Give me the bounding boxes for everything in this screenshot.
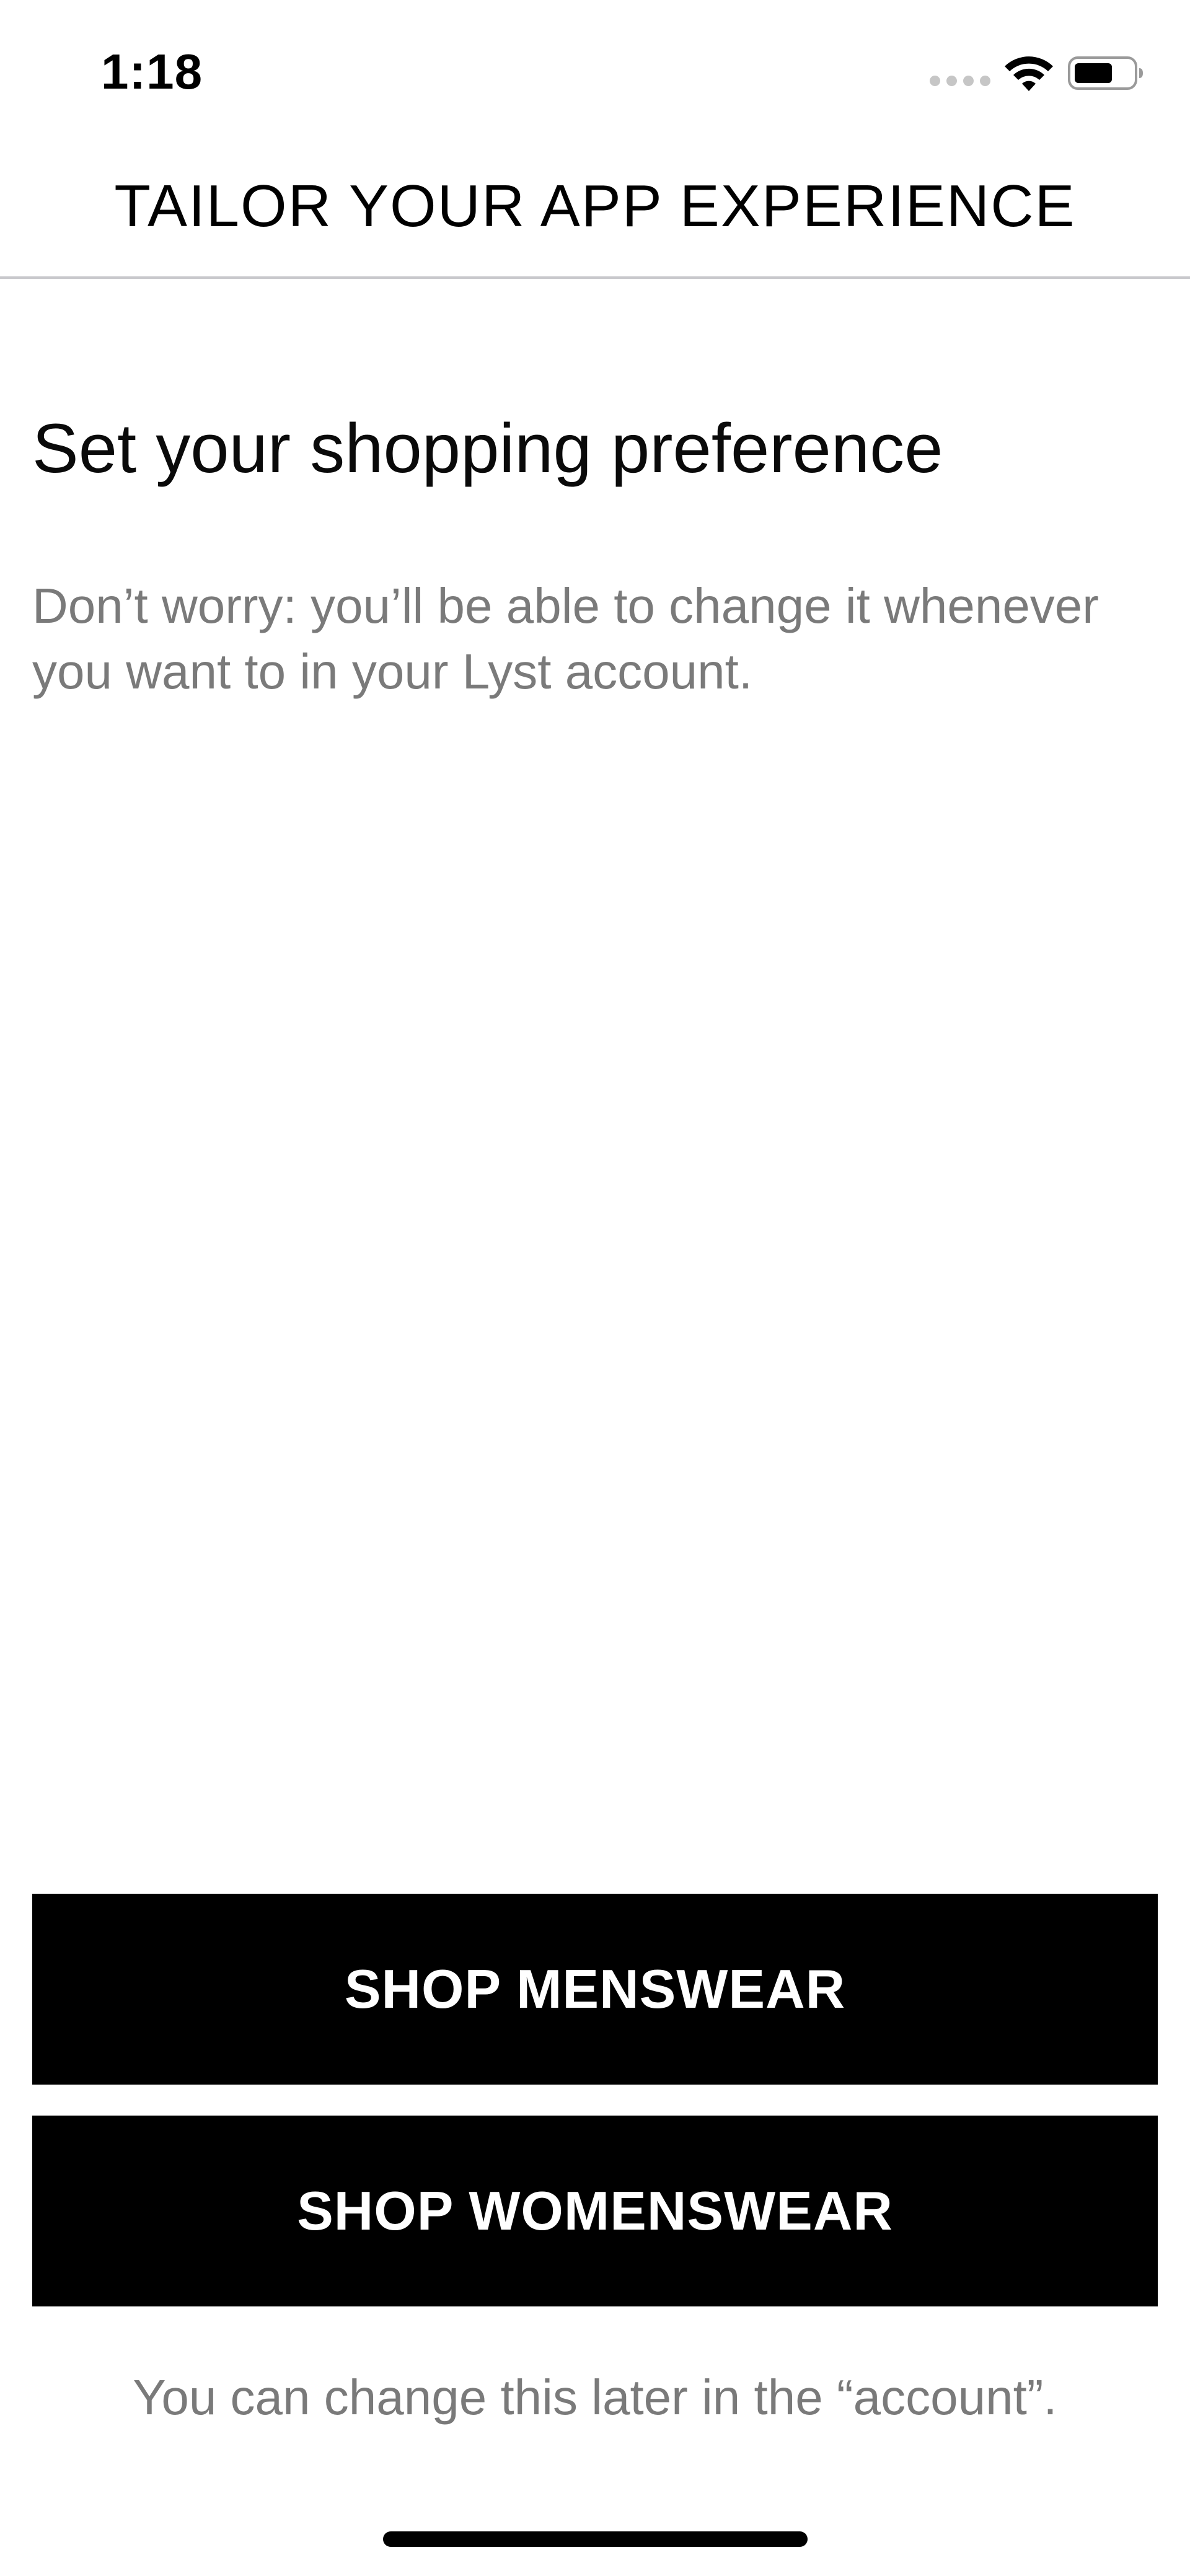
wifi-icon [1005,56,1053,91]
status-bar: 1:18 [0,0,1190,143]
preference-heading: Set your shopping preference [32,410,943,487]
battery-icon [1068,56,1143,90]
signal-dots-icon [930,76,990,86]
footer-note: You can change this later in the “accoun… [133,2370,1057,2425]
nav-header: TAILOR YOUR APP EXPERIENCE [0,143,1190,279]
status-time: 1:18 [101,44,203,99]
shop-womenswear-button[interactable]: SHOP WOMENSWEAR [32,2116,1158,2306]
page-title: TAILOR YOUR APP EXPERIENCE [114,173,1076,239]
preference-description: Don’t worry: you’ll be able to change it… [32,578,1099,699]
home-indicator[interactable] [383,2531,808,2547]
shop-menswear-button[interactable]: SHOP MENSWEAR [32,1894,1158,2085]
